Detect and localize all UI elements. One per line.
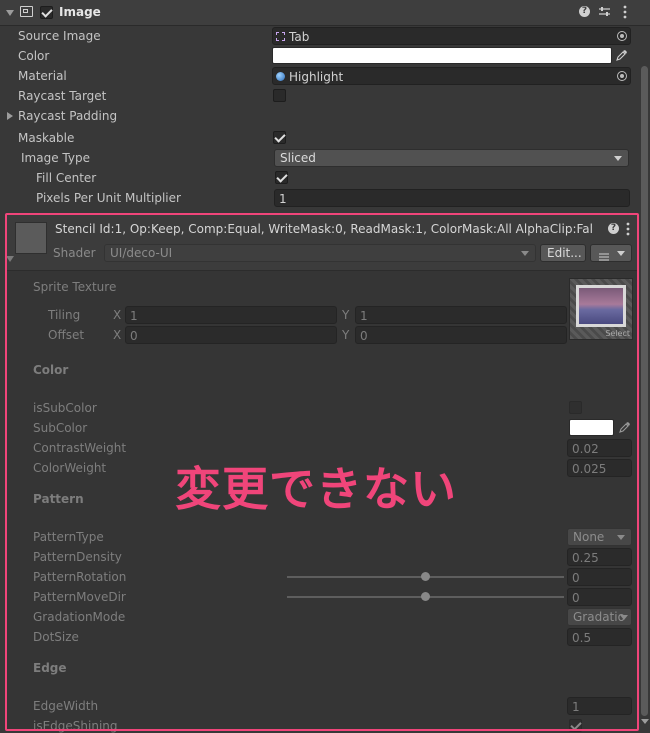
material-field[interactable]: Highlight	[272, 67, 631, 85]
object-picker-icon[interactable]	[617, 31, 627, 41]
scrollbar-thumb[interactable]	[641, 66, 648, 716]
scroll-down-arrow-icon[interactable]	[641, 719, 649, 724]
raycast-padding-foldout-icon[interactable]	[7, 112, 13, 120]
image-type-label: Image Type	[21, 151, 90, 165]
sprite-icon	[276, 32, 285, 41]
ppu-multiplier-field[interactable]: 1	[274, 189, 630, 207]
component-enabled-checkbox[interactable]	[40, 6, 53, 19]
fill-center-label: Fill Center	[36, 171, 97, 185]
image-type-value: Sliced	[280, 151, 316, 165]
eyedropper-icon[interactable]	[616, 49, 628, 61]
fill-center-checkbox[interactable]	[275, 171, 288, 184]
raycast-target-checkbox[interactable]	[273, 89, 286, 102]
foldout-arrow-icon[interactable]	[6, 10, 14, 16]
image-type-dropdown[interactable]: Sliced	[274, 149, 629, 167]
source-image-label: Source Image	[18, 29, 101, 43]
raycast-target-label: Raycast Target	[18, 89, 107, 103]
kebab-menu-icon[interactable]	[623, 5, 627, 19]
source-image-value: Tab	[289, 30, 310, 44]
source-image-field[interactable]: Tab	[272, 27, 631, 45]
ppu-multiplier-value: 1	[279, 192, 287, 206]
material-label: Material	[18, 69, 67, 83]
presets-icon[interactable]	[599, 6, 610, 17]
image-component-icon	[20, 6, 33, 17]
color-swatch[interactable]	[272, 47, 612, 64]
raycast-padding-label[interactable]: Raycast Padding	[18, 109, 117, 123]
component-title: Image	[59, 5, 101, 19]
help-icon[interactable]: ?	[579, 6, 590, 17]
color-label: Color	[18, 49, 50, 63]
material-value: Highlight	[289, 70, 344, 84]
material-sphere-icon	[276, 72, 285, 81]
annotation-text: 変更できない	[175, 462, 457, 516]
maskable-checkbox[interactable]	[273, 131, 286, 144]
dropdown-arrow-icon	[614, 156, 622, 161]
ppu-multiplier-label: Pixels Per Unit Multiplier	[36, 191, 181, 205]
material-picker-icon[interactable]	[617, 71, 627, 81]
maskable-label: Maskable	[18, 131, 75, 145]
